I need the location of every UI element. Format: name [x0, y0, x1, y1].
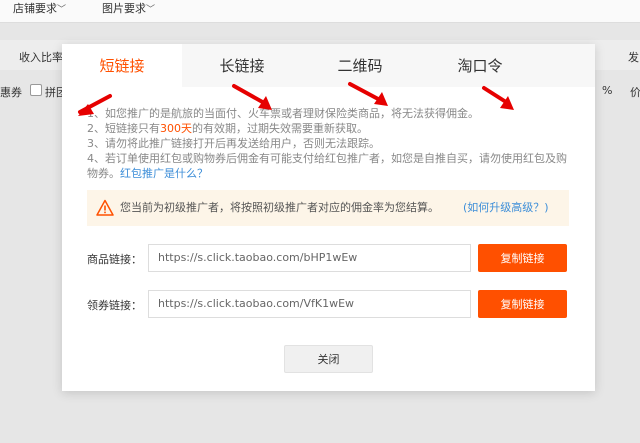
tab-taokouling[interactable]: 淘口令	[420, 44, 540, 87]
background-filter-bar: 店铺要求﹀ 图片要求﹀	[0, 0, 640, 23]
annotation-arrow-icon	[78, 94, 112, 116]
group-buy-checkbox[interactable]	[30, 84, 42, 96]
header-text-right: 发	[628, 51, 639, 64]
close-button[interactable]: 关闭	[284, 345, 373, 373]
note-3: 3、请勿将此推广链接打开后再发送给用户，否则无法跟踪。	[87, 137, 380, 150]
annotation-arrow-icon	[482, 86, 514, 110]
product-link-field[interactable]	[148, 244, 471, 272]
shop-requirement-filter[interactable]: 店铺要求﹀	[13, 0, 66, 16]
usage-notes: 1、如您推广的是航旅的当面付、火车票或者理财保险类商品，将无法获得佣金。 2、短…	[87, 106, 572, 181]
note-2-prefix: 2、短链接只有	[87, 122, 160, 135]
coupon-link-label: 领券链接：	[87, 299, 142, 312]
red-packet-help-link[interactable]: 红包推广是什么？	[120, 167, 208, 180]
coupon-link-field[interactable]	[148, 290, 471, 318]
note-4: 4、若订单使用红包或购物券后佣金有可能支付给红包推广者，如您是自推自买，请勿使用…	[87, 151, 572, 181]
note-2: 2、短链接只有300天的有效期，过期失效需要重新获取。	[87, 121, 572, 136]
annotation-arrow-icon	[232, 84, 272, 110]
image-requirement-label: 图片要求	[102, 2, 146, 15]
product-link-label: 商品链接：	[87, 253, 142, 266]
shop-requirement-label: 店铺要求	[13, 2, 57, 15]
chevron-down-icon: ﹀	[146, 5, 156, 15]
copy-coupon-link-button[interactable]: 复制链接	[478, 290, 567, 318]
note-2-suffix: 的有效期，过期失效需要重新获取。	[192, 122, 368, 135]
coupon-filter-label: 惠券	[0, 86, 22, 99]
upgrade-help-link[interactable]: (如何升级高级？)	[463, 190, 549, 226]
percent-text: %	[602, 84, 613, 97]
price-text: 价	[630, 86, 640, 99]
promoter-level-warning: 您当前为初级推广者，将按照初级推广者对应的佣金率为您结算。 (如何升级高级？)	[87, 190, 569, 226]
chevron-down-icon: ﹀	[57, 5, 67, 15]
annotation-arrow-icon	[348, 82, 388, 106]
copy-product-link-button[interactable]: 复制链接	[478, 244, 567, 272]
link-type-tabs: 短链接 长链接 二维码 淘口令	[62, 44, 595, 87]
warning-text: 您当前为初级推广者，将按照初级推广者对应的佣金率为您结算。	[120, 201, 439, 214]
image-requirement-filter[interactable]: 图片要求﹀	[102, 0, 155, 16]
income-ratio-header: 收入比率	[19, 51, 63, 64]
tab-short-link[interactable]: 短链接	[62, 44, 182, 87]
warning-icon	[96, 199, 114, 216]
validity-period: 300天	[160, 122, 192, 135]
